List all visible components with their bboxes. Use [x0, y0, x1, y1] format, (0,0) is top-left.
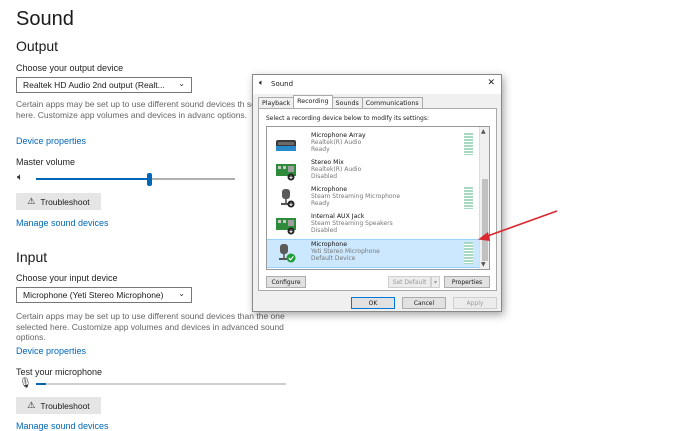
output-device-dropdown[interactable]: Realtek HD Audio 2nd output (Realt... ⌄ [16, 77, 192, 93]
output-device-value: Realtek HD Audio 2nd output (Realt... [23, 80, 165, 90]
tab-playback[interactable]: Playback [258, 97, 295, 108]
device-status: Default Device [311, 255, 356, 262]
output-manage-devices-link[interactable]: Manage sound devices [16, 218, 109, 228]
tab-sounds[interactable]: Sounds [331, 97, 363, 108]
input-device-value: Microphone (Yeti Stereo Microphone) [23, 290, 164, 300]
input-choose-label: Choose your input device [16, 273, 118, 283]
master-volume-thumb[interactable] [147, 173, 153, 186]
scrollbar-thumb[interactable] [482, 179, 488, 261]
device-status: Disabled [311, 227, 338, 234]
chevron-down-icon: ⌄ [178, 79, 185, 88]
input-device-properties-link[interactable]: Device properties [16, 346, 86, 356]
close-icon[interactable]: ✕ [487, 78, 495, 88]
tab-recording[interactable]: Recording [293, 95, 333, 108]
device-row[interactable]: Microphone Steam Streaming Microphone Re… [267, 185, 481, 212]
device-row-selected[interactable]: Microphone Yeti Stereo Microphone Defaul… [267, 239, 482, 268]
ok-button[interactable]: OK [351, 297, 395, 309]
device-row[interactable]: Microphone Array Realtek(R) Audio Ready [267, 131, 481, 158]
microphone-icon [281, 189, 295, 208]
device-name: Microphone Array [311, 132, 366, 139]
device-status: Ready [311, 200, 330, 207]
output-choose-label: Choose your output device [16, 63, 124, 73]
tab-communications[interactable]: Communications [361, 97, 423, 108]
device-driver: Steam Streaming Speakers [311, 220, 393, 227]
device-driver: Steam Streaming Microphone [311, 193, 401, 200]
set-default-button: Set Default [388, 276, 431, 288]
mic-level-fill [36, 383, 46, 385]
output-device-properties-link[interactable]: Device properties [16, 136, 86, 146]
output-troubleshoot-label: Troubleshoot [40, 196, 90, 207]
input-description: Certain apps may be set up to use differ… [16, 311, 285, 342]
output-heading: Output [16, 38, 59, 54]
speaker-icon: 🔈︎ [259, 78, 264, 87]
device-status: Ready [311, 146, 330, 153]
level-meter [464, 133, 473, 155]
speaker-icon[interactable]: 🔈︎ [17, 172, 23, 183]
device-name: Internal AUX Jack [311, 213, 365, 220]
device-status: Disabled [311, 173, 338, 180]
recording-device-list[interactable]: Microphone Array Realtek(R) Audio Ready … [266, 126, 490, 270]
microphone-icon [279, 244, 296, 263]
test-microphone-label: Test your microphone [16, 367, 103, 377]
warning-icon: ⚠ [27, 400, 36, 410]
input-troubleshoot-label: Troubleshoot [40, 400, 90, 411]
device-name: Microphone [311, 241, 348, 248]
device-list-scrollbar[interactable]: ▲ ▼ [479, 127, 489, 269]
set-default-dropdown-arrow: ▾ [431, 276, 440, 288]
device-row[interactable]: Stereo Mix Realtek(R) Audio Disabled [267, 158, 481, 185]
output-description: Certain apps may be set up to use differ… [16, 99, 279, 120]
mic-array-icon [276, 140, 296, 151]
dialog-titlebar[interactable]: 🔈︎ Sound ✕ [253, 75, 501, 94]
apply-button: Apply [453, 297, 497, 309]
page-title: Sound [16, 8, 74, 30]
device-driver: Yeti Stereo Microphone [311, 248, 380, 255]
device-driver: Realtek(R) Audio [311, 166, 362, 173]
device-name: Microphone [311, 186, 348, 193]
scroll-up-icon[interactable]: ▲ [481, 128, 486, 135]
mic-level-meter [36, 383, 286, 385]
level-meter [464, 242, 473, 264]
master-volume-slider[interactable] [36, 173, 235, 186]
recording-tab-panel: Select a recording device below to modif… [258, 108, 497, 291]
level-meter [464, 187, 473, 209]
dialog-title: Sound [271, 80, 294, 88]
master-volume-fill [36, 178, 150, 180]
chevron-down-icon: ⌄ [178, 289, 185, 298]
scroll-down-icon[interactable]: ▼ [481, 261, 486, 268]
configure-button[interactable]: Configure [266, 276, 306, 288]
instruction-text: Select a recording device below to modif… [266, 115, 430, 122]
input-heading: Input [16, 249, 48, 265]
sound-dialog: 🔈︎ Sound ✕ Playback Recording Sounds Com… [252, 74, 502, 312]
output-troubleshoot-button[interactable]: ⚠ Troubleshoot [16, 193, 101, 210]
master-volume-label: Master volume [16, 157, 76, 167]
cancel-button[interactable]: Cancel [402, 297, 446, 309]
properties-button[interactable]: Properties [444, 276, 490, 288]
stereo-mix-icon [276, 164, 296, 181]
device-row[interactable]: Internal AUX Jack Steam Streaming Speake… [267, 212, 481, 239]
warning-icon: ⚠ [27, 196, 36, 206]
input-troubleshoot-button[interactable]: ⚠ Troubleshoot [16, 397, 101, 414]
input-device-dropdown[interactable]: Microphone (Yeti Stereo Microphone) ⌄ [16, 287, 192, 303]
device-driver: Realtek(R) Audio [311, 139, 362, 146]
device-name: Stereo Mix [311, 159, 344, 166]
microphone-icon: 🎙︎ [19, 378, 32, 389]
aux-jack-icon [276, 218, 296, 235]
